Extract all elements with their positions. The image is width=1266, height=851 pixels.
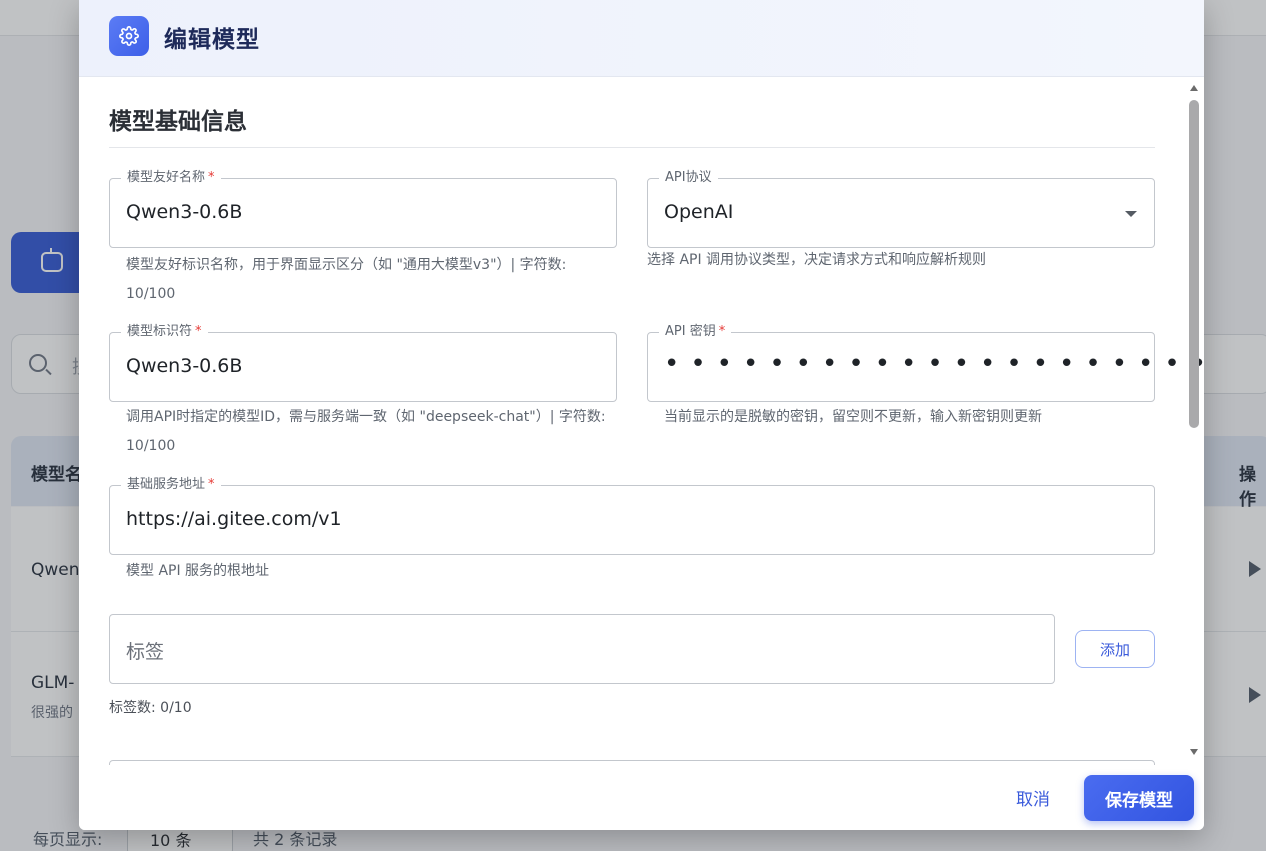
- api-protocol-label: API协议: [659, 169, 718, 187]
- required-mark: *: [208, 477, 215, 492]
- friendly-name-value: Qwen3-0.6B: [126, 201, 243, 223]
- chevron-down-icon[interactable]: [1125, 211, 1137, 217]
- tag-count: 标签数: 0/10: [109, 700, 192, 716]
- add-tag-button[interactable]: 添加: [1075, 630, 1155, 668]
- tag-input-placeholder: 标签: [126, 641, 165, 663]
- friendly-name-helper: 模型友好标识名称，用于界面显示区分（如 "通用大模型v3"）| 字符数: 10/…: [126, 257, 567, 302]
- scroll-up-icon[interactable]: [1190, 85, 1198, 91]
- tag-input[interactable]: 标签: [109, 614, 1055, 684]
- dialog-footer: 取消 保存模型: [79, 765, 1204, 830]
- gear-icon: [109, 16, 149, 56]
- required-mark: *: [195, 324, 202, 339]
- dialog-body: 模型基础信息 模型友好名称 * Qwen3-0.6B 模型友好标识名称，用于界面显…: [79, 77, 1204, 765]
- friendly-name-field[interactable]: 模型友好名称 * Qwen3-0.6B: [109, 169, 617, 248]
- dialog-header: 编辑模型: [79, 0, 1204, 77]
- section-divider: [109, 147, 1155, 148]
- scroll-down-icon[interactable]: [1190, 749, 1198, 755]
- api-protocol-value: OpenAI: [664, 201, 734, 223]
- model-id-field[interactable]: 模型标识符 * Qwen3-0.6B: [109, 323, 617, 402]
- model-id-value: Qwen3-0.6B: [126, 355, 243, 377]
- save-model-button[interactable]: 保存模型: [1084, 775, 1194, 821]
- api-key-field[interactable]: API 密钥* •••••••••••••••••••••••: [647, 323, 1204, 402]
- base-url-label: 基础服务地址 *: [121, 476, 221, 494]
- scrollbar-thumb[interactable]: [1189, 100, 1199, 428]
- base-url-value: https://ai.gitee.com/v1: [126, 508, 342, 530]
- model-id-label: 模型标识符 *: [121, 323, 208, 341]
- base-url-helper: 模型 API 服务的根地址: [126, 563, 270, 579]
- required-mark: *: [208, 170, 215, 185]
- section-title: 模型基础信息: [109, 109, 247, 135]
- dialog-title: 编辑模型: [164, 27, 260, 53]
- api-key-label: API 密钥 *: [659, 323, 732, 341]
- scrollbar[interactable]: [1187, 83, 1201, 763]
- api-protocol-select[interactable]: API协议 OpenAI: [647, 169, 1155, 248]
- api-key-helper: 当前显示的是脱敏的密钥，留空则不更新，输入新密钥则更新: [664, 409, 1042, 425]
- api-key-masked-value: •••••••••••••••••••••••: [664, 349, 1204, 379]
- base-url-field[interactable]: 基础服务地址 * https://ai.gitee.com/v1: [109, 476, 1155, 555]
- edit-model-dialog: 编辑模型 模型基础信息 模型友好名称 * Qwen3-0.6B 模型友好标识名称，…: [79, 0, 1204, 830]
- required-mark: *: [718, 324, 726, 339]
- cancel-button[interactable]: 取消: [1001, 777, 1065, 817]
- model-id-helper: 调用API时指定的模型ID，需与服务端一致（如 "deepseek-chat"）…: [126, 409, 606, 454]
- friendly-name-label: 模型友好名称 *: [121, 169, 221, 187]
- api-protocol-helper: 选择 API 调用协议类型，决定请求方式和响应解析规则: [647, 252, 987, 268]
